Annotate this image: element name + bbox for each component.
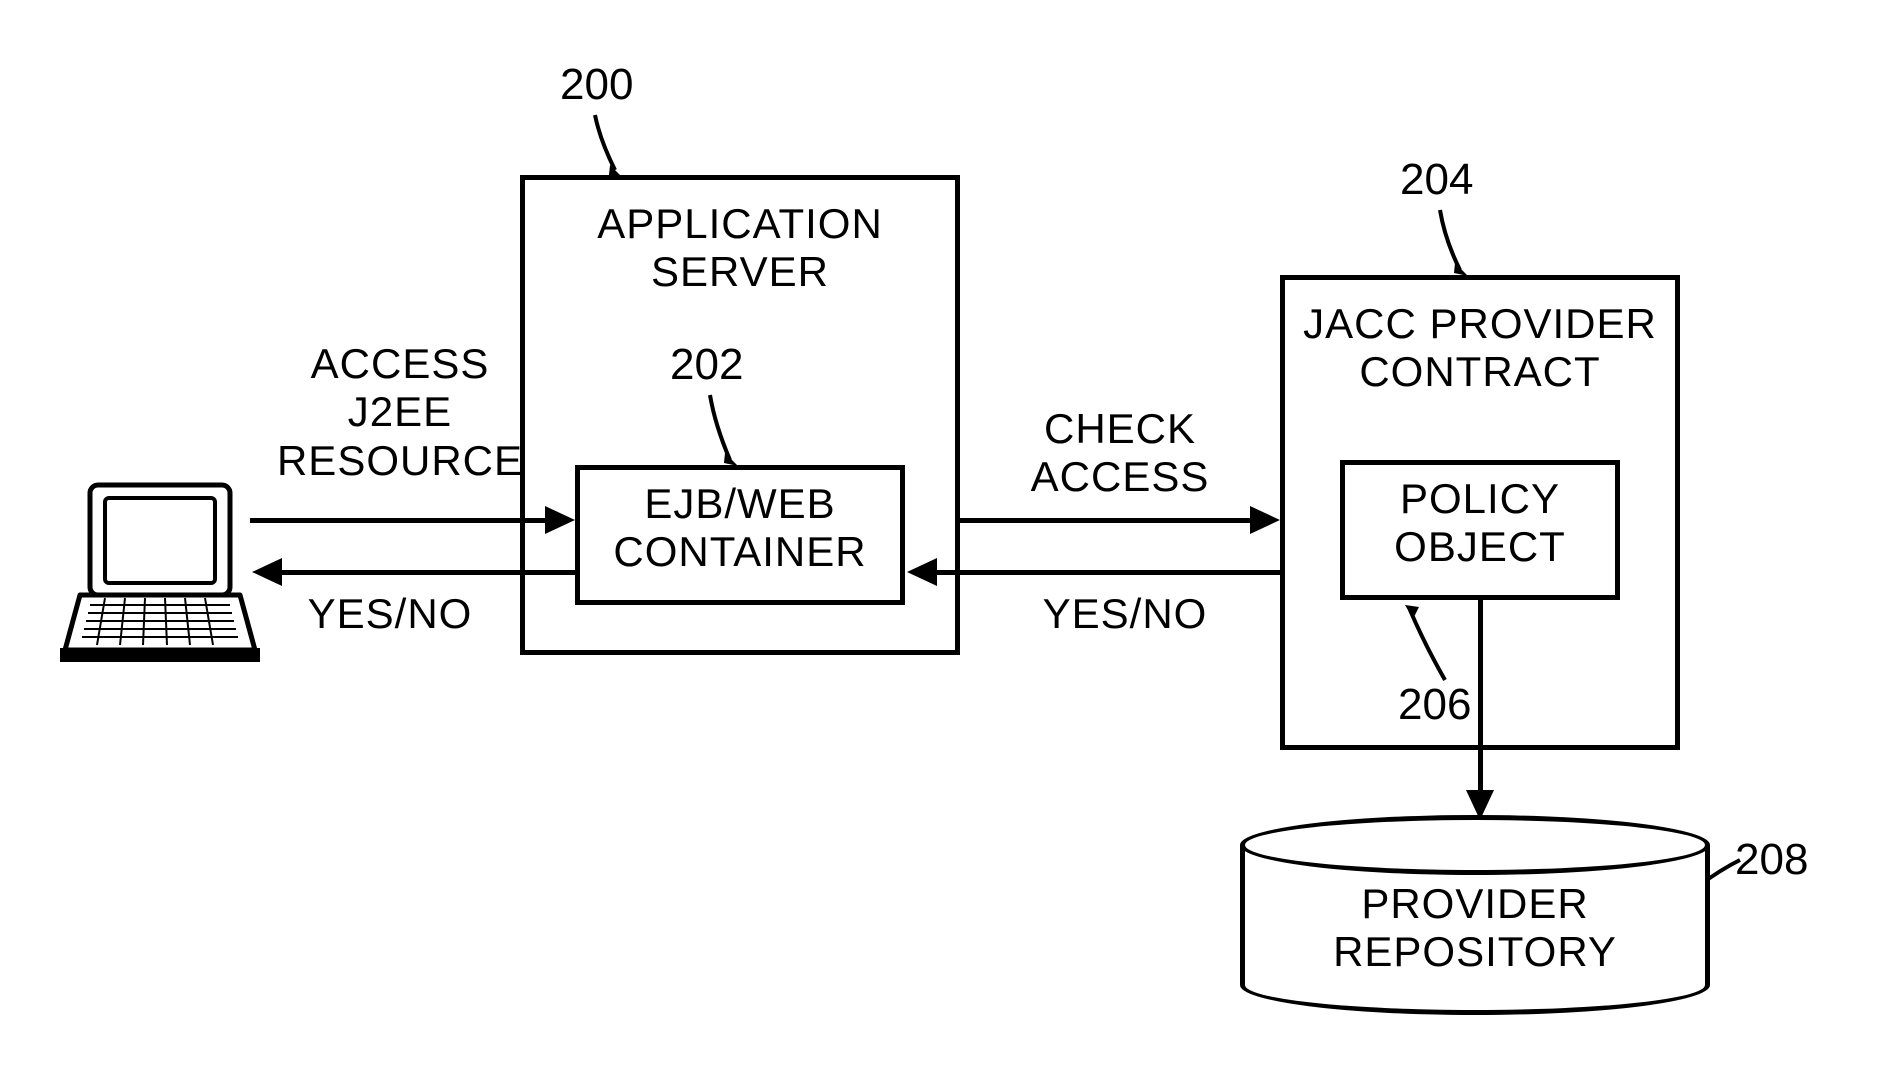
yesno1-label: YES/NO [290,590,490,638]
application-server-label: APPLICATION SERVER [520,200,960,297]
arrow-yesno2-line [935,570,1280,575]
ref-202: 202 [670,340,743,390]
ref-208: 208 [1735,835,1808,885]
laptop-icon [55,480,265,680]
check-label: CHECK ACCESS [1020,405,1220,502]
arrow-yesno2-head [907,558,937,586]
architecture-diagram: APPLICATION SERVER EJB/WEB CONTAINER JAC… [0,0,1889,1084]
leader-202 [700,390,740,465]
leader-200 [585,110,625,175]
ref-204: 204 [1400,155,1473,205]
provider-repository-label: PROVIDER REPOSITORY [1240,880,1710,977]
arrow-access-head [545,506,575,534]
leader-204 [1430,205,1470,275]
leader-206 [1405,605,1455,685]
ref-200: 200 [560,60,633,110]
policy-object-label: POLICY OBJECT [1340,475,1620,572]
arrow-check-head [1250,506,1280,534]
ejb-web-container-label: EJB/WEB CONTAINER [575,480,905,577]
arrow-yesno1-line [280,570,575,575]
yesno2-label: YES/NO [1025,590,1225,638]
jacc-provider-label: JACC PROVIDER CONTRACT [1280,300,1680,397]
access-label: ACCESS J2EE RESOURCE [275,340,525,485]
ref-206: 206 [1398,680,1471,730]
arrow-check-line [960,518,1255,523]
arrow-access-line [250,518,550,523]
arrow-yesno1-head [252,558,282,586]
arrow-policy-down [1478,600,1483,795]
